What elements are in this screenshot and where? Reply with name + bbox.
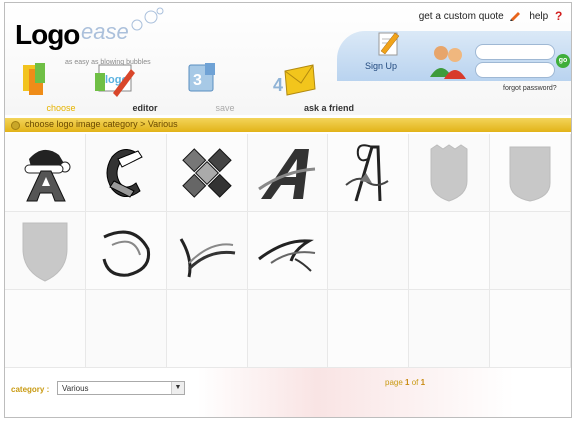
save-icon: 3: [188, 63, 215, 92]
signup-pencil-icon: [378, 32, 400, 56]
footer: category : Various ▼ page 1 of 1: [5, 368, 571, 417]
app-frame: Logo ease as easy as blowing bubbles get…: [4, 2, 572, 418]
logo-script: ease: [81, 19, 129, 44]
grid-cell[interactable]: [166, 134, 248, 212]
pointed-shield-icon: [22, 222, 68, 282]
category-label: category :: [11, 385, 50, 394]
swoosh-ring-icon: [102, 230, 150, 277]
tool-ask-a-friend[interactable]: 4 ask a friend: [259, 59, 354, 115]
username-input[interactable]: [475, 44, 555, 60]
page-total: 1: [420, 378, 426, 387]
tool-save-label: save: [215, 103, 235, 113]
pagination: page 1 of 1: [385, 378, 425, 387]
tool-choose[interactable]: choose: [11, 59, 76, 115]
svg-text:3: 3: [193, 72, 202, 89]
shield-shape-icon: [430, 143, 468, 202]
rounded-shield-icon: [509, 146, 551, 202]
grid-cell[interactable]: [166, 212, 248, 290]
page-current: 1: [405, 378, 410, 387]
tool-save[interactable]: 3 save: [175, 59, 235, 115]
go-button[interactable]: go: [556, 54, 570, 68]
category-select[interactable]: Various ▼: [57, 381, 185, 395]
grid-cell-empty: [328, 290, 410, 368]
logo-image-grid: [5, 134, 571, 368]
top-nav: get a custom quote help ?: [413, 9, 565, 22]
grid-cell[interactable]: [247, 212, 329, 290]
custom-quote-link[interactable]: get a custom quote: [419, 11, 504, 22]
tool-editor-label: editor: [132, 103, 158, 113]
page-label: page: [385, 378, 403, 387]
choose-icon: [23, 63, 45, 95]
stylized-a-icon: [258, 148, 316, 199]
grid-cell[interactable]: [490, 134, 571, 212]
grid-cell-empty: [247, 290, 329, 368]
grid-cell-empty: [166, 290, 248, 368]
grid-cell-empty: [328, 212, 410, 290]
ornate-a-icon: [345, 143, 389, 201]
tool-ask-label: ask a friend: [303, 103, 355, 113]
signup-button[interactable]: Sign Up: [361, 25, 413, 75]
signup-label: Sign Up: [365, 61, 398, 71]
bullet-icon: [11, 121, 20, 130]
password-input[interactable]: [475, 62, 555, 78]
grid-cell[interactable]: [85, 212, 167, 290]
category-value: Various: [62, 384, 89, 393]
tool-choose-label: choose: [46, 103, 76, 113]
help-link[interactable]: help: [529, 11, 548, 22]
header: Logo ease as easy as blowing bubbles get…: [5, 3, 571, 115]
breadcrumb-bar: choose logo image category > Various: [5, 118, 571, 132]
pencil-icon: [509, 12, 520, 21]
puzzle-cross-icon: [181, 147, 232, 198]
grid-cell-empty: [409, 290, 491, 368]
double-swoosh-icon: [258, 238, 316, 272]
tool-editor[interactable]: logo editor: [85, 59, 158, 115]
logo[interactable]: Logo ease as easy as blowing bubbles: [11, 7, 164, 66]
grid-cell[interactable]: [247, 134, 329, 212]
grid-cell-empty: [490, 212, 571, 290]
grid-cell[interactable]: [328, 134, 410, 212]
forgot-password-link[interactable]: forgot password?: [503, 85, 557, 92]
users-icon: [430, 46, 466, 79]
wing-swoosh-icon: [179, 237, 235, 277]
breadcrumb[interactable]: choose logo image category > Various: [25, 119, 178, 129]
grid-cell-empty: [409, 212, 491, 290]
page-of: of: [411, 378, 419, 387]
svg-text:?: ?: [555, 9, 562, 21]
editor-icon: logo: [95, 64, 135, 97]
svg-text:4: 4: [273, 75, 283, 95]
grid-cell[interactable]: [5, 134, 86, 212]
grid-cell[interactable]: [85, 134, 167, 212]
chevron-down-icon[interactable]: ▼: [171, 382, 184, 394]
bubbles-icon: [131, 7, 164, 31]
envelope-icon: 4: [273, 64, 316, 96]
help-question-icon[interactable]: ?: [553, 9, 565, 21]
grid-cell-empty: [5, 290, 86, 368]
grid-cell[interactable]: [5, 212, 86, 290]
grid-cell-empty: [490, 290, 571, 368]
grid-cell-empty: [85, 290, 167, 368]
logo-wordmark: Logo: [15, 19, 80, 50]
grid-cell[interactable]: [409, 134, 491, 212]
ribbon-c-icon: [106, 148, 143, 198]
santa-hat-a-icon: [24, 149, 71, 201]
